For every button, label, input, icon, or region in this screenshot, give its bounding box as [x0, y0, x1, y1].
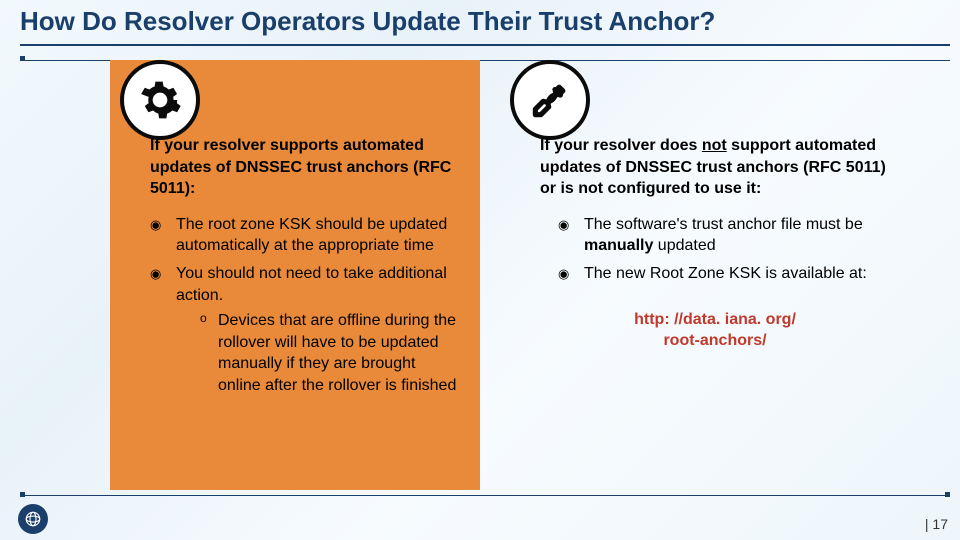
sub-bullet: Devices that are offline during the roll…: [200, 310, 460, 396]
slide: How Do Resolver Operators Update Their T…: [0, 0, 960, 540]
text-emph: manually: [584, 237, 653, 254]
logo-icann: [18, 504, 48, 534]
bullet: The new Root Zone KSK is available at:: [558, 263, 890, 285]
wrench-icon: [510, 60, 590, 140]
gear-icon: [120, 60, 200, 140]
text: If your resolver does: [540, 137, 702, 154]
bullet: You should not need to take additional a…: [150, 263, 460, 397]
bullet-text: You should not need to take additional a…: [176, 265, 447, 304]
text: 17: [932, 516, 948, 532]
bullet: The software's trust anchor file must be…: [558, 214, 890, 257]
text: updated: [653, 237, 715, 254]
bullet: The root zone KSK should be updated auto…: [150, 214, 460, 257]
text: The software's trust anchor file must be: [584, 216, 863, 233]
url-line: root-anchors/: [663, 332, 766, 349]
divider: [20, 495, 950, 496]
url-text: http: //data. iana. org/ root-anchors/: [540, 309, 890, 352]
url-line: http: //data. iana. org/: [634, 311, 796, 328]
left-lead: If your resolver supports automated upda…: [150, 135, 460, 200]
left-column: If your resolver supports automated upda…: [150, 135, 460, 403]
text-emph: not: [702, 137, 727, 154]
right-column: If your resolver does not support automa…: [540, 135, 890, 352]
right-lead: If your resolver does not support automa…: [540, 135, 890, 200]
page-number: | 17: [925, 516, 948, 532]
slide-title: How Do Resolver Operators Update Their T…: [20, 6, 715, 37]
divider: [20, 44, 950, 46]
